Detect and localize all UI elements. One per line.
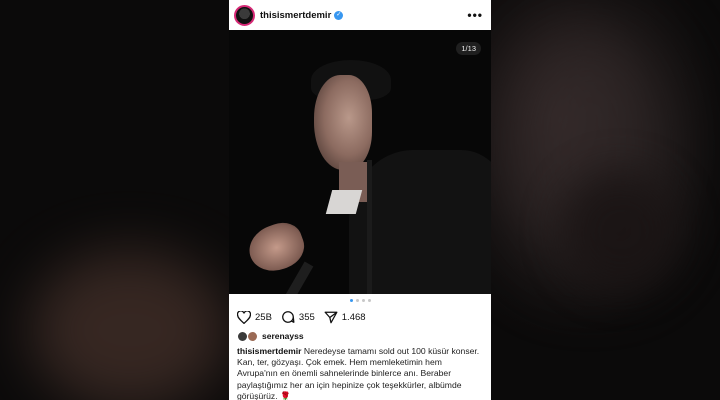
liked-by-row[interactable]: serenayss [229,328,491,344]
post-username[interactable]: thisismertdemir [260,10,331,21]
avatar[interactable] [234,4,255,26]
carousel-counter: 1/13 [456,42,481,55]
like-button[interactable]: 25B [237,310,272,324]
comment-icon [282,311,295,323]
photo-mic-stand [367,160,372,294]
photo-collar [325,190,363,214]
carousel-dot-active[interactable] [349,298,353,302]
carousel-dot[interactable] [367,298,371,302]
like-count: 25B [255,311,272,323]
caption-emoji: 🌹 [280,390,291,400]
caption-username[interactable]: thisismertdemir [237,346,301,356]
carousel-dot[interactable] [361,298,365,302]
comment-count: 355 [298,311,315,323]
background-blur-hand [30,250,230,400]
heart-icon [237,310,251,324]
post-photo[interactable]: 1/13 [229,30,491,294]
carousel-dots [229,294,491,306]
background-blur-shadow [560,170,680,290]
instagram-post: thisismertdemir ✓ ••• 1/13 25B 355 1.468… [229,0,491,400]
post-header: thisismertdemir ✓ ••• [229,0,491,30]
more-icon[interactable]: ••• [467,8,483,22]
liker-avatar [247,330,258,342]
post-caption: thisismertdemir Neredeyse tamamı sold ou… [229,344,491,400]
share-button[interactable]: 1.468 [324,311,366,324]
send-icon [324,311,338,323]
action-bar: 25B 355 1.468 [229,306,491,328]
comment-button[interactable]: 355 [281,310,315,324]
verified-badge-icon: ✓ [334,10,344,20]
liked-by-username[interactable]: serenayss [262,331,304,341]
photo-face [314,75,372,170]
carousel-dot[interactable] [355,298,359,302]
share-count: 1.468 [341,311,366,323]
